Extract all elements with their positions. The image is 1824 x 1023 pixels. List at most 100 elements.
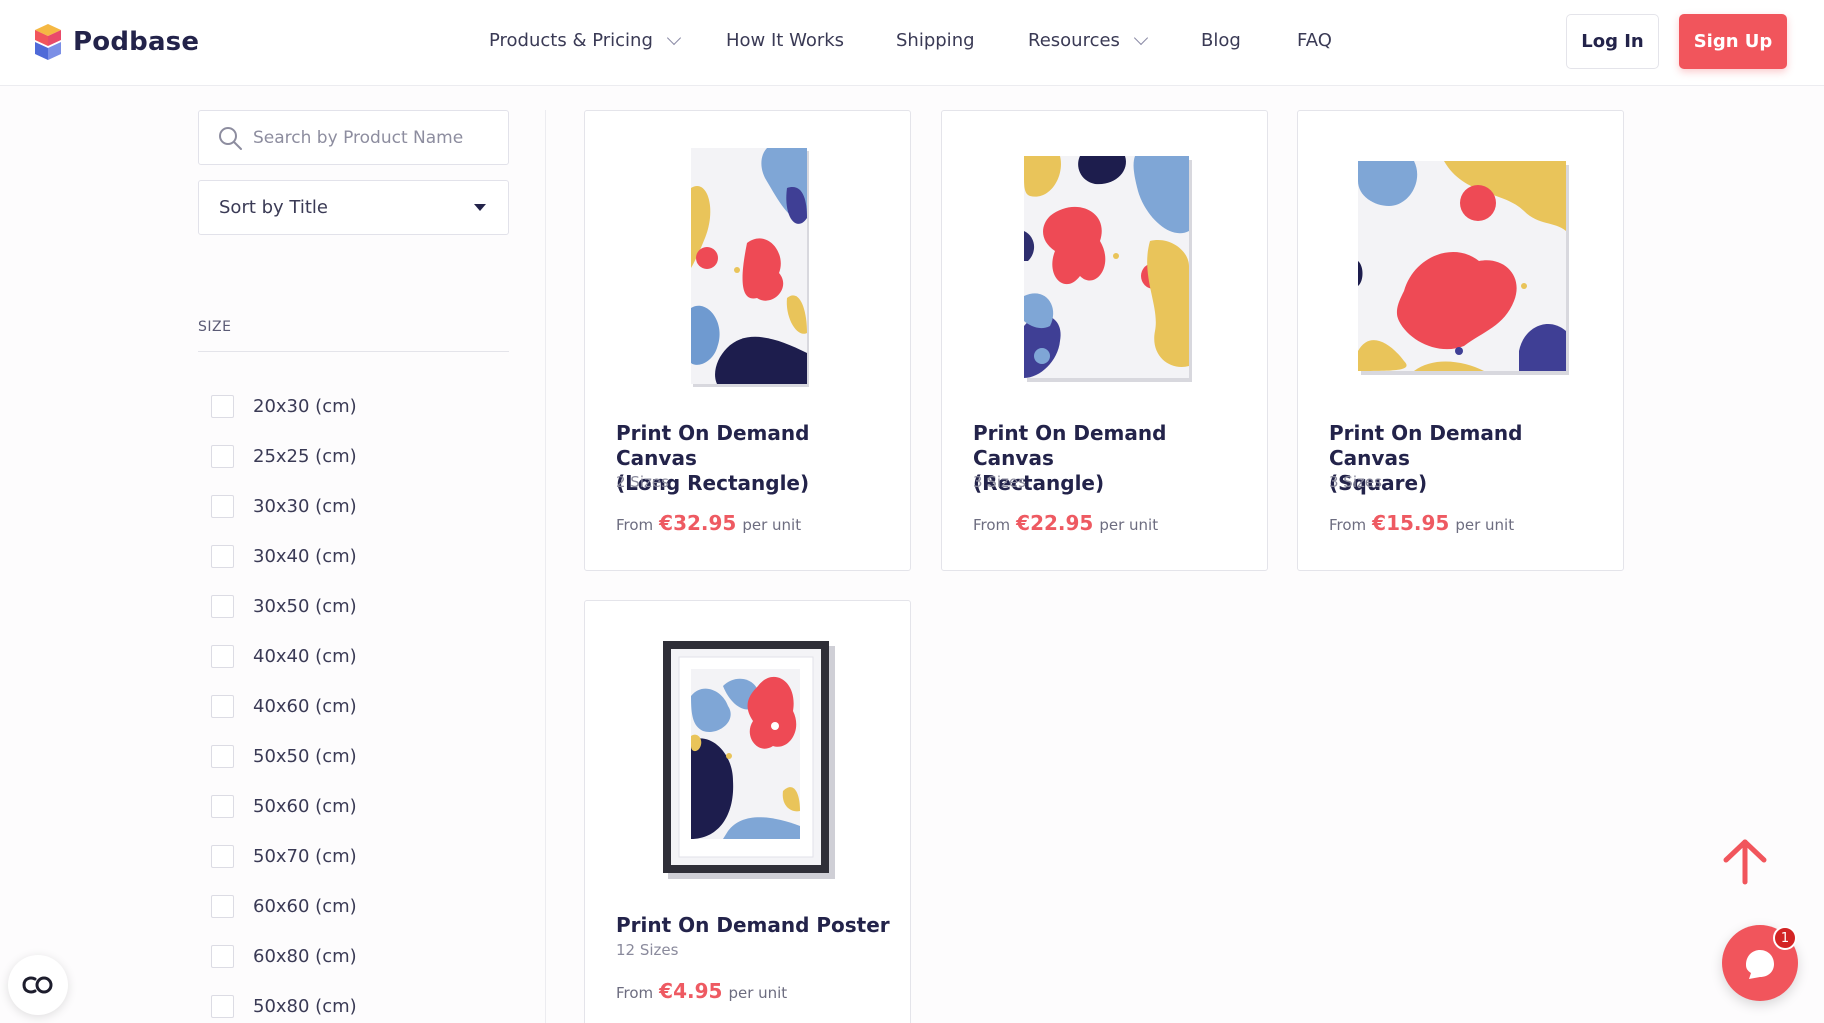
checkbox[interactable] <box>211 445 234 468</box>
product-sizes: 3 Sizes <box>1329 473 1382 491</box>
accessibility-icon <box>22 976 53 994</box>
nav-label: Shipping <box>896 30 975 51</box>
product-title[interactable]: Print On Demand Poster <box>616 913 896 938</box>
size-filter-option[interactable]: 50x70 (cm) <box>211 845 357 868</box>
checkbox[interactable] <box>211 645 234 668</box>
divider <box>198 351 509 352</box>
product-sizes: 2 Sizes <box>616 473 669 491</box>
divider <box>545 110 546 1023</box>
size-filter-option[interactable]: 60x80 (cm) <box>211 945 357 968</box>
size-filter-option[interactable]: 20x30 (cm) <box>211 395 357 418</box>
price-suffix: per unit <box>742 516 802 534</box>
size-label: 60x80 (cm) <box>253 946 357 967</box>
size-filter-option[interactable]: 25x25 (cm) <box>211 445 357 468</box>
nav-blog[interactable]: Blog <box>1201 30 1241 51</box>
product-image <box>1358 161 1569 375</box>
price-value: €4.95 <box>659 979 723 1003</box>
signup-button[interactable]: Sign Up <box>1679 14 1787 69</box>
price-prefix: From <box>616 516 654 534</box>
product-sizes: 3 Sizes <box>973 473 1026 491</box>
size-filter-option[interactable]: 40x40 (cm) <box>211 645 357 668</box>
checkbox[interactable] <box>211 945 234 968</box>
product-price: From €22.95 per unit <box>973 511 1158 535</box>
product-image <box>691 148 809 387</box>
size-filter-option[interactable]: 50x50 (cm) <box>211 745 357 768</box>
checkbox[interactable] <box>211 395 234 418</box>
size-label: 50x50 (cm) <box>253 746 357 767</box>
size-label: 40x60 (cm) <box>253 696 357 717</box>
size-filter-option[interactable]: 50x80 (cm) <box>211 995 357 1018</box>
nav-how-it-works[interactable]: How It Works <box>726 30 844 51</box>
nav-resources[interactable]: Resources <box>1028 30 1149 51</box>
price-prefix: From <box>1329 516 1367 534</box>
login-button[interactable]: Log In <box>1566 14 1659 69</box>
nav-label: How It Works <box>726 30 845 51</box>
nav-label: Resources <box>1028 30 1120 51</box>
search-placeholder: Search by Product Name <box>253 127 464 148</box>
size-filter-option[interactable]: 40x60 (cm) <box>211 695 357 718</box>
checkbox[interactable] <box>211 795 234 818</box>
checkbox[interactable] <box>211 845 234 868</box>
product-card[interactable]: Print On Demand Canvas (Long Rectangle) … <box>584 110 911 571</box>
product-card[interactable]: Print On Demand Canvas (Rectangle) 3 Siz… <box>941 110 1268 571</box>
chevron-down-icon <box>1133 30 1149 45</box>
price-value: €15.95 <box>1372 511 1450 535</box>
product-price: From €32.95 per unit <box>616 511 801 535</box>
product-price: From €15.95 per unit <box>1329 511 1514 535</box>
size-filter-option[interactable]: 30x50 (cm) <box>211 595 357 618</box>
size-label: 30x50 (cm) <box>253 596 357 617</box>
price-suffix: per unit <box>1099 516 1159 534</box>
size-label: 50x80 (cm) <box>253 996 357 1017</box>
checkbox[interactable] <box>211 595 234 618</box>
size-filter-heading: SIZE <box>198 319 232 335</box>
logo[interactable]: Podbase <box>33 20 199 64</box>
price-prefix: From <box>616 984 654 1002</box>
size-label: 30x30 (cm) <box>253 496 357 517</box>
checkbox[interactable] <box>211 895 234 918</box>
price-value: €32.95 <box>659 511 737 535</box>
product-image <box>1024 156 1192 382</box>
checkbox[interactable] <box>211 495 234 518</box>
price-prefix: From <box>973 516 1011 534</box>
brand-name: Podbase <box>73 27 200 57</box>
nav-shipping[interactable]: Shipping <box>896 30 975 51</box>
title-line: Print On Demand Poster <box>616 913 890 937</box>
sort-label: Sort by Title <box>219 197 328 218</box>
size-label: 20x30 (cm) <box>253 396 357 417</box>
checkbox[interactable] <box>211 695 234 718</box>
price-suffix: per unit <box>1455 516 1515 534</box>
size-label: 40x40 (cm) <box>253 646 357 667</box>
size-label: 30x40 (cm) <box>253 546 357 567</box>
caret-down-icon <box>474 204 486 211</box>
nav-label: Products & Pricing <box>489 30 653 51</box>
price-value: €22.95 <box>1016 511 1094 535</box>
size-filter-option[interactable]: 60x60 (cm) <box>211 895 357 918</box>
size-filter-option[interactable]: 30x30 (cm) <box>211 495 357 518</box>
checkbox[interactable] <box>211 545 234 568</box>
chevron-down-icon <box>666 30 681 45</box>
size-label: 50x70 (cm) <box>253 846 357 867</box>
notification-badge: 1 <box>1773 926 1797 950</box>
product-card[interactable]: Print On Demand Canvas (Square) 3 Sizes … <box>1297 110 1624 571</box>
title-line: Print On Demand Canvas <box>616 421 810 470</box>
search-input[interactable]: Search by Product Name <box>198 110 509 165</box>
size-label: 60x60 (cm) <box>253 896 357 917</box>
accessibility-button[interactable] <box>8 955 68 1015</box>
size-label: 50x60 (cm) <box>253 796 357 817</box>
nav-label: Blog <box>1201 30 1241 51</box>
nav-label: FAQ <box>1297 30 1332 51</box>
product-card[interactable]: Print On Demand Poster 12 Sizes From €4.… <box>584 600 911 1023</box>
nav-products-pricing[interactable]: Products & Pricing <box>489 30 681 51</box>
size-filter-option[interactable]: 30x40 (cm) <box>211 545 357 568</box>
size-filter-option[interactable]: 50x60 (cm) <box>211 795 357 818</box>
sort-select[interactable]: Sort by Title <box>198 180 509 235</box>
checkbox[interactable] <box>211 745 234 768</box>
site-header: Podbase Products & Pricing How It Works … <box>0 0 1824 86</box>
search-icon <box>219 126 242 150</box>
product-price: From €4.95 per unit <box>616 979 787 1003</box>
price-suffix: per unit <box>728 984 788 1002</box>
nav-faq[interactable]: FAQ <box>1297 30 1332 51</box>
arrow-up-icon[interactable] <box>1720 836 1770 886</box>
checkbox[interactable] <box>211 995 234 1018</box>
size-label: 25x25 (cm) <box>253 446 357 467</box>
